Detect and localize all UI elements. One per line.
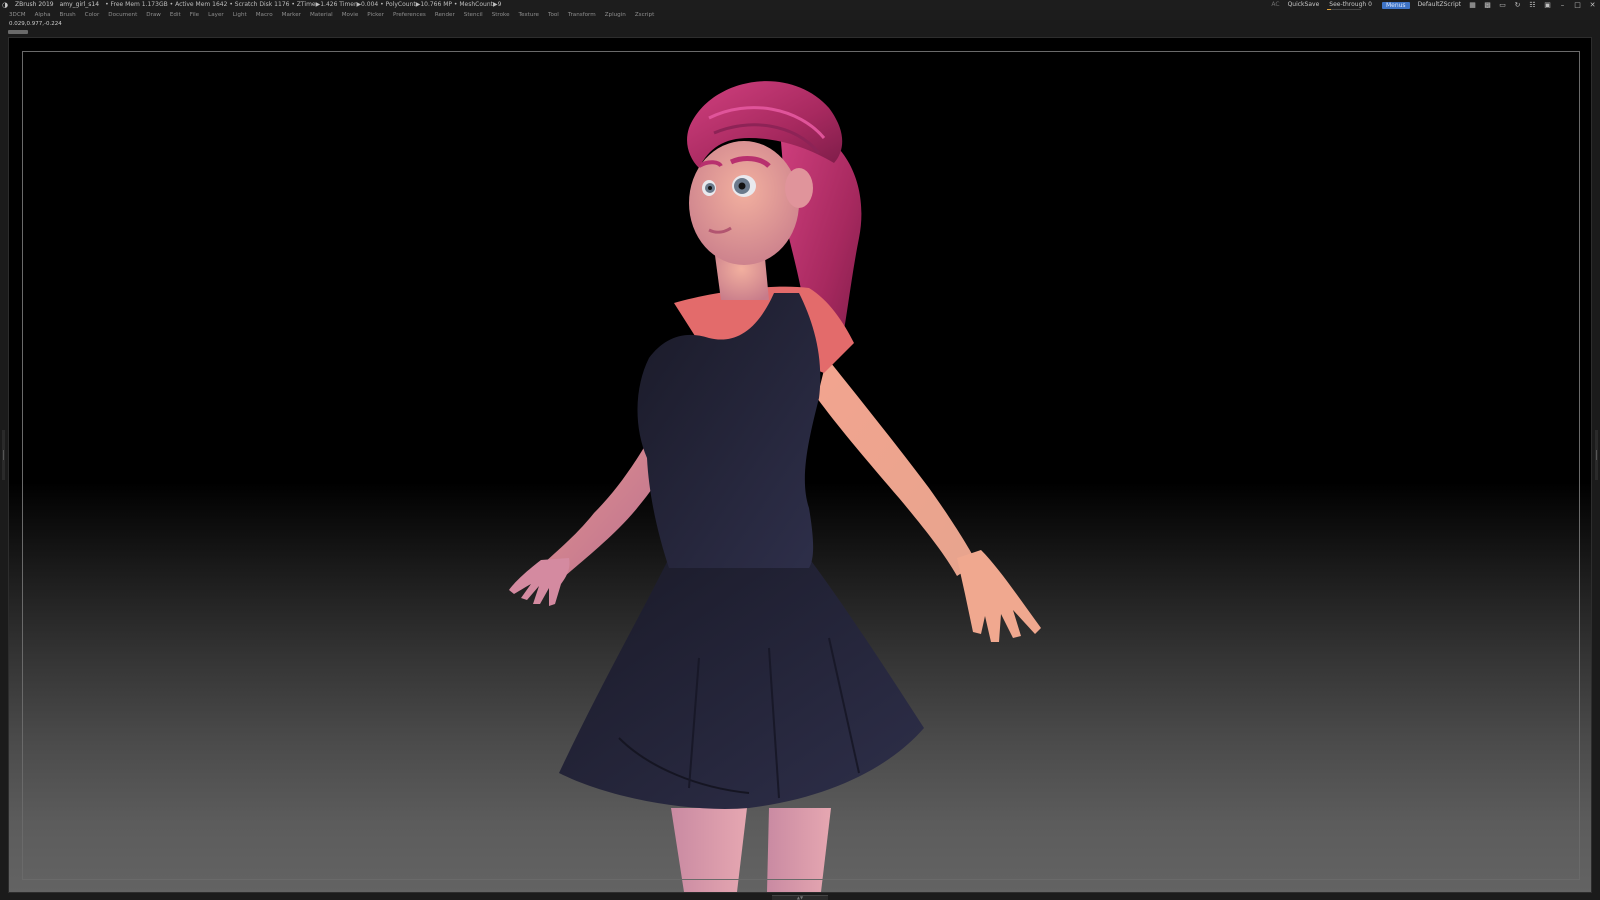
menu-3dcm[interactable]: 3DCM bbox=[9, 10, 26, 20]
menu-bar: 3DCM Alpha Brush Color Document Draw Edi… bbox=[0, 10, 1600, 20]
see-through-slider[interactable]: See-through 0 bbox=[1327, 0, 1374, 10]
menu-stencil[interactable]: Stencil bbox=[464, 10, 483, 20]
default-zscript-button[interactable]: DefaultZScript bbox=[1418, 0, 1461, 10]
status-row: 0.029,0.977,-0.224 bbox=[0, 20, 1600, 29]
layout-icon[interactable]: ▦ bbox=[1469, 0, 1476, 10]
left-tray-handle[interactable] bbox=[2, 430, 5, 480]
see-through-value: 0 bbox=[1368, 1, 1372, 8]
ear bbox=[785, 168, 813, 208]
left-hand bbox=[509, 558, 570, 606]
palette-icon[interactable]: ▩ bbox=[1484, 0, 1491, 10]
character-model bbox=[509, 81, 1041, 892]
memory-stats: • Free Mem 1.173GB • Active Mem 1642 • S… bbox=[105, 1, 502, 8]
grid-icon[interactable]: ☷ bbox=[1529, 0, 1536, 10]
dress-skirt bbox=[559, 558, 924, 809]
right-arm bbox=[817, 358, 977, 576]
menu-draw[interactable]: Draw bbox=[146, 10, 161, 20]
app-name: ZBrush 2019 bbox=[15, 1, 54, 8]
menu-zscript[interactable]: Zscript bbox=[635, 10, 654, 20]
menu-brush[interactable]: Brush bbox=[60, 10, 76, 20]
right-leg bbox=[767, 808, 831, 892]
menu-macro[interactable]: Macro bbox=[256, 10, 273, 20]
menu-file[interactable]: File bbox=[190, 10, 199, 20]
lock-icon[interactable]: ▣ bbox=[1544, 0, 1551, 10]
menu-tool[interactable]: Tool bbox=[548, 10, 559, 20]
right-hand bbox=[957, 550, 1041, 642]
menu-light[interactable]: Light bbox=[233, 10, 247, 20]
menu-picker[interactable]: Picker bbox=[367, 10, 384, 20]
menus-button[interactable]: Menus bbox=[1381, 1, 1410, 9]
grip-icon: ▲▼ bbox=[796, 895, 804, 900]
minimize-icon[interactable]: – bbox=[1559, 0, 1566, 10]
ac-toggle[interactable]: AC bbox=[1271, 0, 1279, 10]
palette-scroll-handle[interactable] bbox=[8, 30, 28, 34]
menu-layer[interactable]: Layer bbox=[208, 10, 224, 20]
cube-icon[interactable]: ▭ bbox=[1499, 0, 1506, 10]
menu-texture[interactable]: Texture bbox=[519, 10, 539, 20]
menu-material[interactable]: Material bbox=[310, 10, 333, 20]
menu-transform[interactable]: Transform bbox=[568, 10, 596, 20]
menu-edit[interactable]: Edit bbox=[170, 10, 181, 20]
menu-zplugin[interactable]: Zplugin bbox=[605, 10, 626, 20]
cursor-coordinates: 0.029,0.977,-0.224 bbox=[9, 21, 62, 27]
menu-marker[interactable]: Marker bbox=[282, 10, 301, 20]
menu-document[interactable]: Document bbox=[108, 10, 137, 20]
menu-preferences[interactable]: Preferences bbox=[393, 10, 426, 20]
menu-alpha[interactable]: Alpha bbox=[35, 10, 51, 20]
maximize-icon[interactable]: □ bbox=[1574, 0, 1581, 10]
right-tray-handle[interactable] bbox=[1595, 430, 1598, 480]
bottom-tray-handle[interactable]: ▲▼ bbox=[772, 895, 828, 900]
document-name: amy_girl_s14 bbox=[59, 1, 100, 8]
refresh-icon[interactable]: ↻ bbox=[1514, 0, 1521, 10]
menu-stroke[interactable]: Stroke bbox=[492, 10, 510, 20]
menu-color[interactable]: Color bbox=[85, 10, 100, 20]
left-leg bbox=[671, 808, 747, 892]
menu-render[interactable]: Render bbox=[435, 10, 455, 20]
title-bar: ◑ ZBrush 2019 amy_girl_s14 • Free Mem 1.… bbox=[0, 0, 1600, 10]
see-through-label: See-through bbox=[1329, 1, 1367, 8]
menu-movie[interactable]: Movie bbox=[342, 10, 359, 20]
zbrush-logo-icon[interactable]: ◑ bbox=[2, 1, 9, 9]
close-icon[interactable]: ✕ bbox=[1589, 0, 1596, 10]
quicksave-button[interactable]: QuickSave bbox=[1288, 0, 1320, 10]
